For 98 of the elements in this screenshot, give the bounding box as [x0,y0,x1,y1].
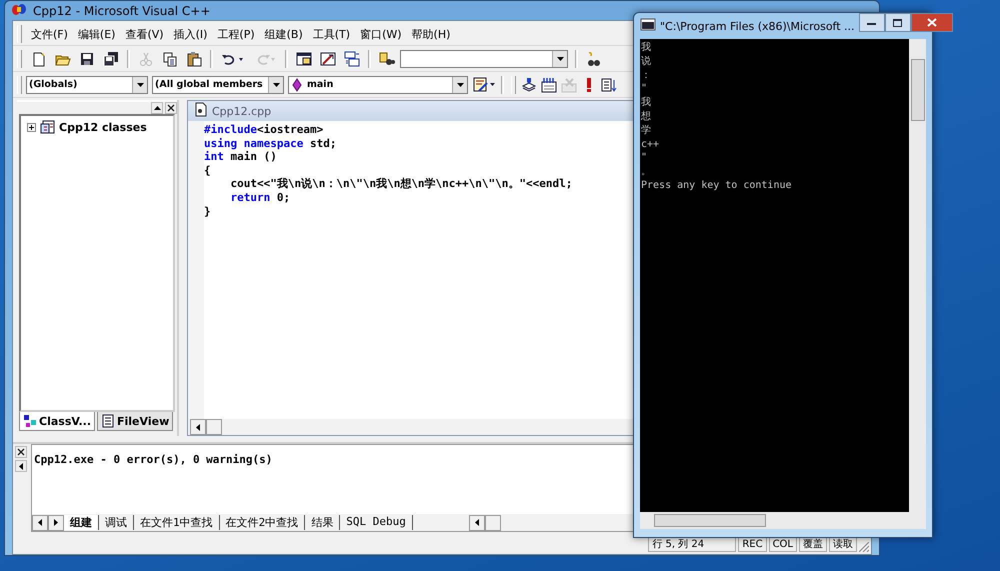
tree-item[interactable]: Cpp12 classes [59,120,147,134]
vertical-scrollbar[interactable] [909,39,926,512]
find-combo[interactable] [400,50,568,68]
code-line: using namespace std; [204,136,338,150]
code-line: #include<iostream> [204,123,324,137]
menu-item[interactable]: 查看(V) [120,26,169,42]
new-file-icon[interactable] [31,50,47,66]
output-tab[interactable]: 在文件1中查找 [134,515,220,530]
console-line: Press any key to continue [641,178,793,193]
copy-icon[interactable] [162,50,178,66]
output-tab[interactable]: 组建 [64,515,99,530]
diamond-icon [292,78,302,92]
restore-button[interactable] [15,460,27,472]
caret-down-icon[interactable] [272,82,280,86]
wizard-action-icon[interactable] [473,76,495,92]
caret-down-icon[interactable] [136,82,144,86]
document-title: Cpp12.cpp [212,104,272,118]
output-icon[interactable] [320,50,336,66]
console-icon [640,17,656,32]
build-icon[interactable] [541,76,557,92]
window-title: "C:\Program Files (x86)\Microsoft ... [660,20,855,32]
console-line: 学 [641,124,652,138]
caret-down-icon[interactable] [556,56,564,60]
output-tab[interactable]: 结果 [305,515,340,530]
scroll-thumb[interactable] [485,514,501,530]
arrow-right-icon[interactable] [54,519,58,526]
console-line: 我 [641,41,652,55]
scroll-left-button[interactable] [469,514,485,530]
save-icon[interactable] [79,50,95,66]
paste-icon[interactable] [186,50,202,66]
menu-item[interactable]: 工程(P) [212,26,260,42]
classes-icon [40,120,55,134]
console-line: " [641,151,648,166]
members-combo[interactable]: (All global members [152,76,284,94]
workspace-icon[interactable] [296,50,312,66]
dropdown-button[interactable] [552,50,567,66]
workspace-tab[interactable]: FileView [97,412,174,431]
scroll-thumb[interactable] [206,419,222,435]
window-title: Cpp12 - Microsoft Visual C++ [33,4,210,18]
dropdown-button[interactable] [268,76,283,92]
class-combo[interactable]: (Globals) [26,76,148,94]
arrow-left-icon[interactable] [475,519,479,526]
scroll-left-button[interactable] [190,419,206,435]
save-all-icon[interactable] [103,50,119,66]
dropdown-button[interactable] [452,76,467,92]
class-view-icon [23,414,37,428]
menu-item[interactable]: 编辑(E) [72,26,120,42]
breakpoint-icon[interactable] [601,76,617,92]
find-in-files-icon[interactable] [379,50,395,66]
scroll-right-button[interactable] [48,514,64,530]
windows-list-icon[interactable] [344,50,360,66]
find-icon[interactable] [586,50,602,66]
code-line: return 0; [229,190,292,205]
file-list-icon [101,414,115,428]
menu-item[interactable]: 窗口(W) [355,26,407,42]
output-line: Cpp12.exe - 0 error(s), 0 warning(s) [34,453,274,466]
menu-item[interactable]: 帮助(H) [406,26,456,42]
code-line: int main () [204,150,278,164]
close-icon[interactable] [167,104,175,112]
close-icon [926,18,937,27]
minimize-icon [867,20,876,25]
menu-item[interactable]: 插入(I) [168,26,212,42]
menu-item[interactable]: 组建(B) [260,26,308,42]
console-line: c++ [641,138,660,152]
scroll-left-button[interactable] [32,514,48,530]
output-tab[interactable]: 在文件2中查找 [220,515,306,530]
dropdown-button[interactable] [132,76,147,92]
app-logo-icon [11,1,27,17]
close-icon[interactable] [17,448,25,456]
code-line: cout<<"我\n说\n：\n\"\n我\n想\n学\nc++\n\"\n。"<<endl; [229,177,572,191]
expander-box-icon[interactable] [27,122,36,132]
resize-grip-icon [859,542,869,552]
maximize-icon [893,18,902,26]
console-line: 想 [641,110,652,124]
arrow-left-icon[interactable] [196,424,200,430]
menu-item[interactable]: 文件(F) [26,26,73,42]
menu-item[interactable]: 工具(T) [308,26,356,42]
console-line: 说 [641,54,652,69]
output-tab[interactable]: SQL Debug [340,515,413,530]
caret-down-icon[interactable] [456,82,464,86]
code-line: { [204,164,212,178]
horizontal-scrollbar[interactable] [640,512,926,529]
console-line: 。 [641,165,652,179]
caret-up-icon[interactable] [154,106,160,110]
maximize-button[interactable] [884,13,911,32]
arrow-left-icon[interactable] [38,519,42,526]
console-line: " [641,82,648,96]
restore-button[interactable] [151,102,163,114]
function-combo[interactable]: main [288,76,468,94]
output-tab[interactable]: 调试 [99,515,134,530]
workspace-tab[interactable]: ClassV... [19,412,95,431]
console-line: ： [641,68,652,82]
close-button[interactable] [910,13,953,32]
compile-icon[interactable] [521,76,537,92]
console-line: 我 [641,96,652,110]
minimize-button[interactable] [858,13,885,32]
code-line: } [204,204,212,218]
arrow-left-icon[interactable] [19,462,23,470]
